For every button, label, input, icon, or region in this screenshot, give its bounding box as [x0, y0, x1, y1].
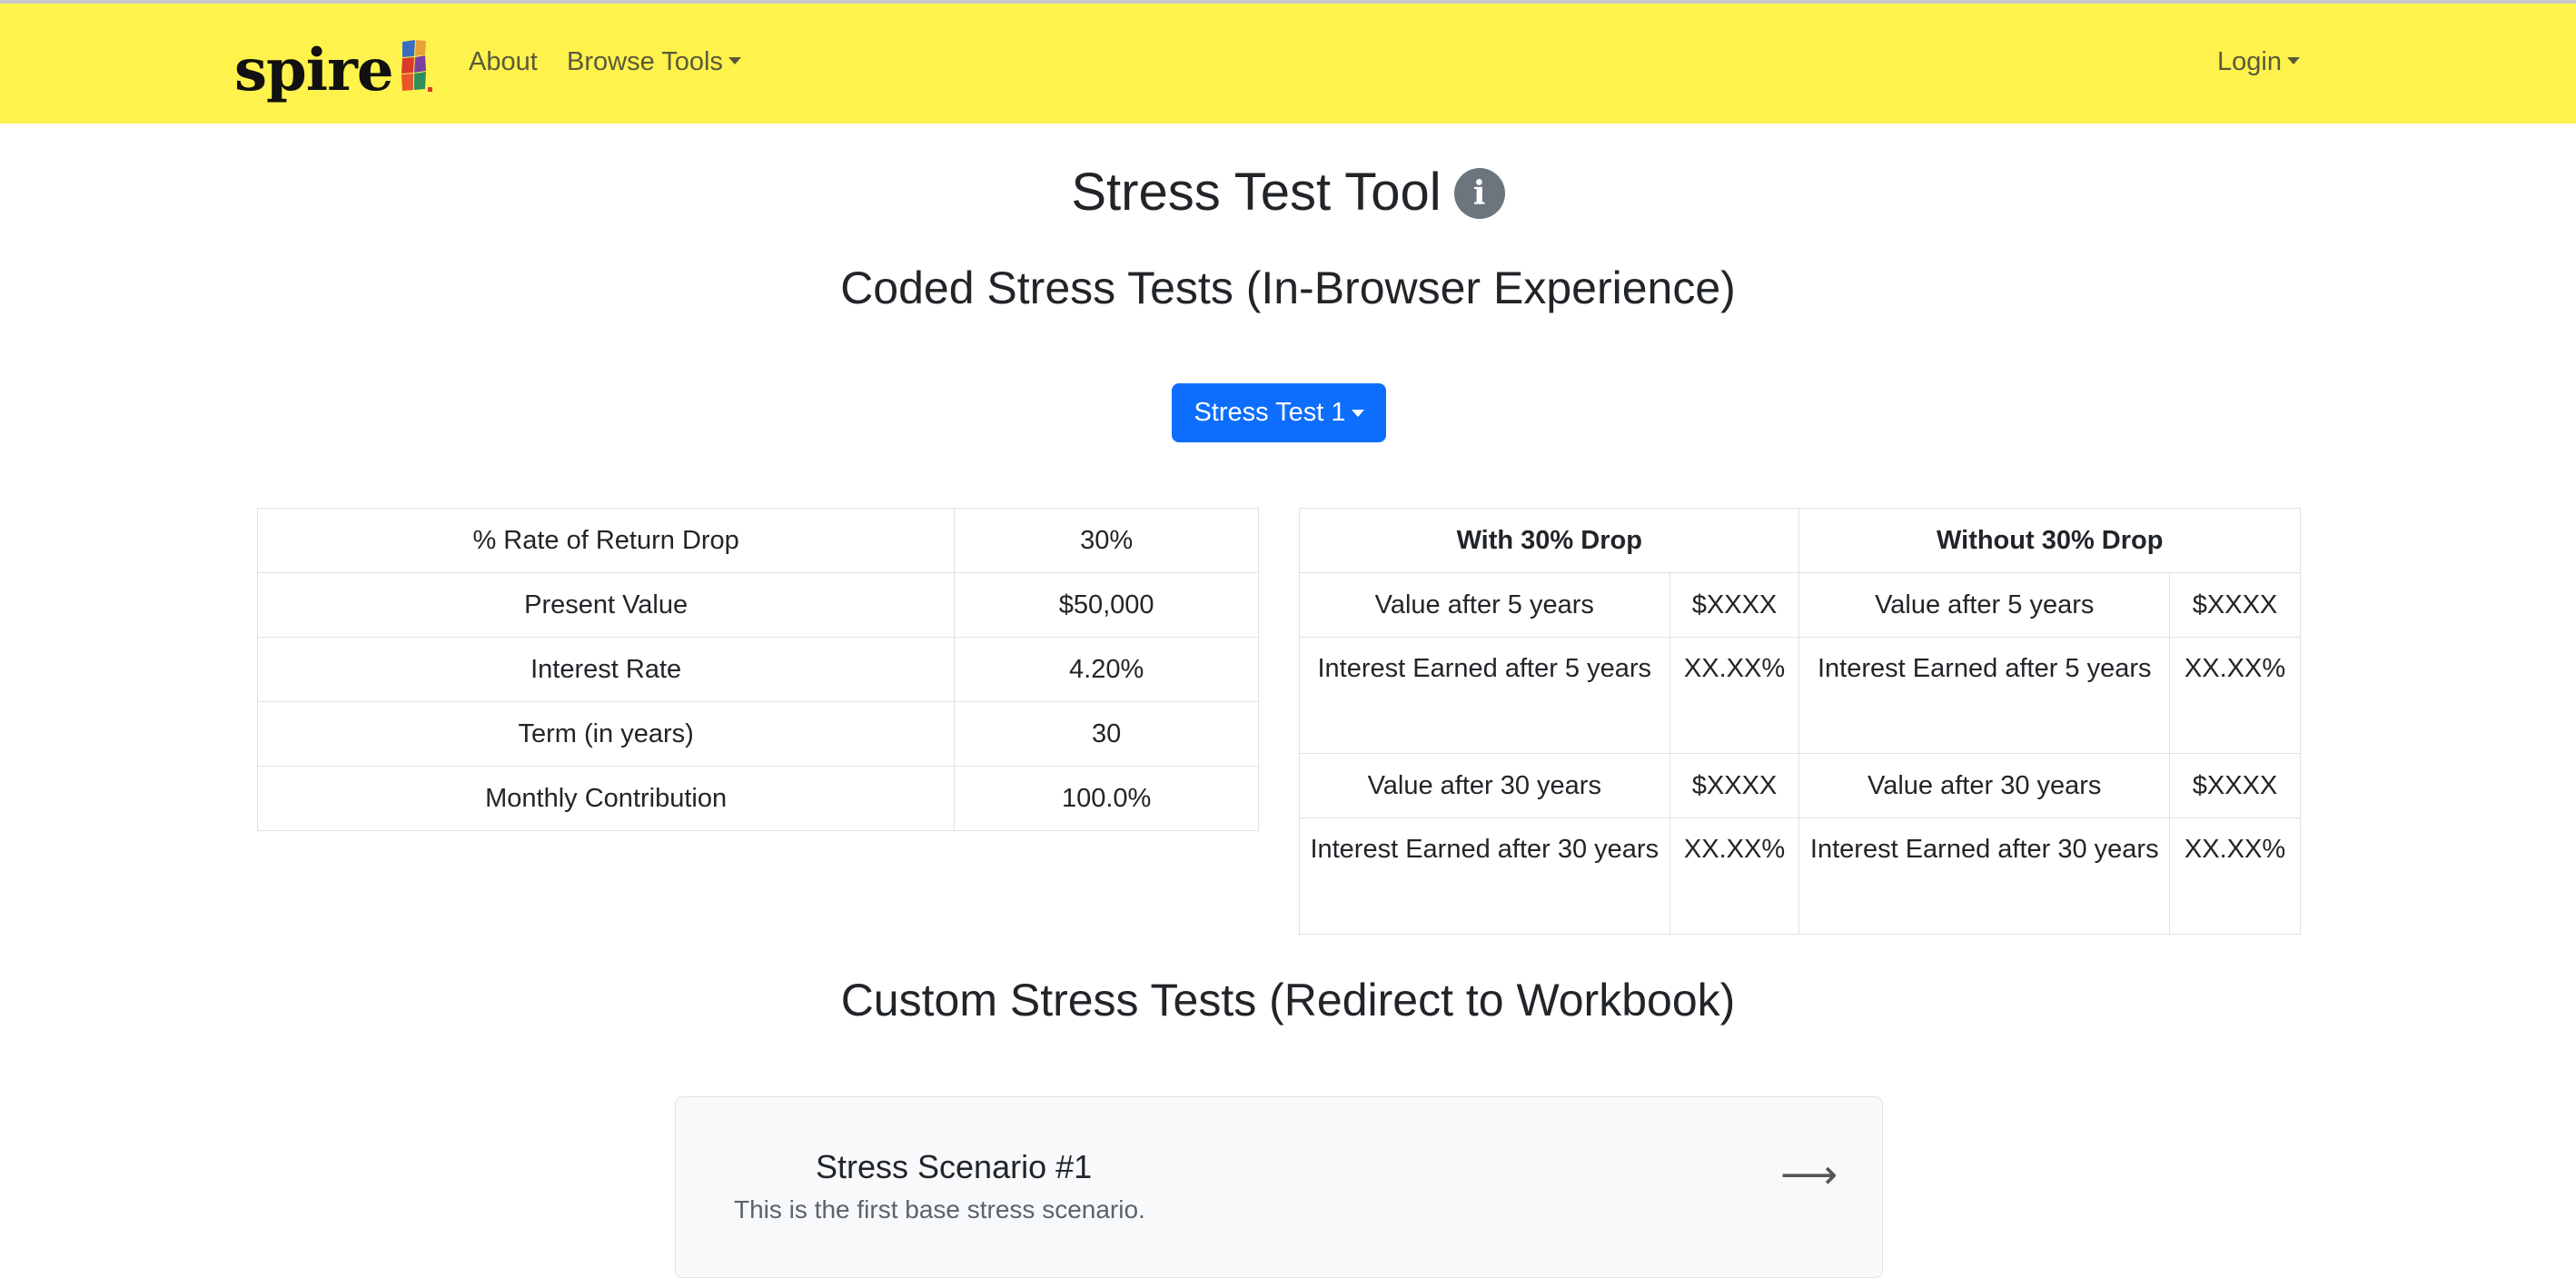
without-drop-header: Without 30% Drop — [1798, 508, 2301, 573]
with-value: XX.XX% — [1669, 817, 1800, 935]
with-value: $XXXX — [1669, 753, 1800, 818]
coded-tests-heading: Coded Stress Tests (In-Browser Experienc… — [840, 263, 1736, 313]
navbar: spire About Browse Tools Login — [0, 4, 2576, 124]
spire-logo[interactable]: spire — [234, 27, 433, 100]
stress-scenario-card[interactable]: Stress Scenario #1 This is the first bas… — [675, 1096, 1883, 1278]
stress-test-dropdown-button[interactable]: Stress Test 1 — [1172, 383, 1386, 442]
logo-text: spire — [234, 36, 394, 104]
logo-mark-icon — [401, 40, 432, 92]
input-value: 30% — [954, 508, 1259, 573]
browse-tools-label: Browse Tools — [567, 47, 723, 76]
input-label: Monthly Contribution — [256, 766, 956, 831]
without-value: XX.XX% — [2169, 817, 2301, 935]
nav-browse-tools-dropdown[interactable]: Browse Tools — [567, 47, 741, 77]
without-label: Interest Earned after 5 years — [1798, 637, 2171, 754]
input-label: Term (in years) — [256, 701, 956, 767]
input-label: % Rate of Return Drop — [256, 508, 956, 573]
table-row: Value after 5 years $XXXX Value after 5 … — [1299, 572, 2301, 638]
table-row: Interest Earned after 30 years XX.XX% In… — [1299, 817, 2301, 935]
table-row: Interest Rate 4.20% — [256, 637, 1259, 702]
inputs-table: % Rate of Return Drop 30% Present Value … — [256, 508, 1259, 831]
input-label: Present Value — [256, 572, 956, 638]
with-label: Interest Earned after 5 years — [1299, 637, 1670, 754]
table-row: Value after 30 years $XXXX Value after 3… — [1299, 753, 2301, 818]
with-value: $XXXX — [1669, 572, 1800, 638]
custom-tests-heading: Custom Stress Tests (Redirect to Workboo… — [840, 975, 1736, 1025]
arrow-right-icon[interactable]: ⟶ — [1780, 1152, 1838, 1198]
page-title: Stress Test Tool — [1071, 163, 1442, 222]
chevron-down-icon — [2286, 57, 2300, 64]
with-label: Value after 30 years — [1299, 753, 1670, 818]
chevron-down-icon — [1351, 409, 1364, 417]
page-title-row: Stress Test Tool i — [0, 162, 2576, 223]
input-label: Interest Rate — [256, 637, 956, 702]
without-label: Value after 30 years — [1798, 753, 2171, 818]
without-value: $XXXX — [2169, 572, 2301, 638]
chevron-down-icon — [728, 57, 741, 64]
with-value: XX.XX% — [1669, 637, 1800, 754]
scenario-description: This is the first base stress scenario. — [734, 1195, 1145, 1224]
nav-login-dropdown[interactable]: Login — [2217, 47, 2300, 77]
table-header-row: With 30% Drop Without 30% Drop — [1298, 508, 2301, 573]
table-row: Term (in years) 30 — [256, 701, 1259, 767]
without-value: $XXXX — [2169, 753, 2301, 818]
results-table: With 30% Drop Without 30% Drop Value aft… — [1298, 508, 2301, 935]
with-label: Interest Earned after 30 years — [1299, 817, 1670, 935]
table-row: % Rate of Return Drop 30% — [256, 508, 1259, 573]
input-value: 100.0% — [954, 766, 1259, 831]
login-label: Login — [2217, 47, 2282, 76]
input-value: 30 — [954, 701, 1259, 767]
without-label: Value after 5 years — [1798, 572, 2171, 638]
stress-test-dropdown-label: Stress Test 1 — [1194, 398, 1346, 427]
with-drop-header: With 30% Drop — [1298, 508, 1800, 573]
nav-about-link[interactable]: About — [469, 47, 538, 77]
table-row: Present Value $50,000 — [256, 572, 1259, 638]
input-value: 4.20% — [954, 637, 1259, 702]
info-icon[interactable]: i — [1453, 168, 1505, 219]
with-label: Value after 5 years — [1299, 572, 1670, 638]
table-row: Monthly Contribution 100.0% — [256, 766, 1259, 831]
without-value: XX.XX% — [2169, 637, 2301, 754]
scenario-title: Stress Scenario #1 — [816, 1148, 1093, 1185]
table-row: Interest Earned after 5 years XX.XX% Int… — [1299, 637, 2301, 754]
input-value: $50,000 — [954, 572, 1259, 638]
without-label: Interest Earned after 30 years — [1798, 817, 2171, 935]
